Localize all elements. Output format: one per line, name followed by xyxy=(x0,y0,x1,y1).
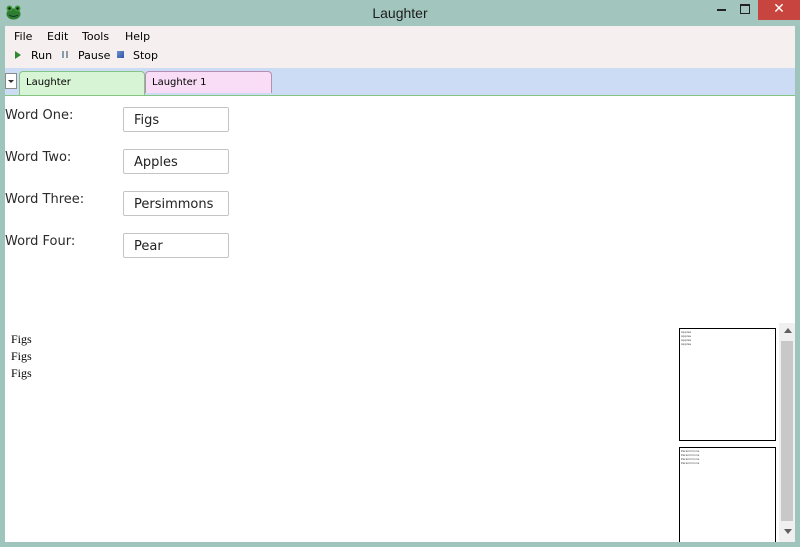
preview-thumbnail-persimmons[interactable]: Persimmons Persimmons Persimmons Persimm… xyxy=(679,447,776,542)
word-two-input[interactable]: Apples xyxy=(123,149,229,174)
menu-bar: File Edit Tools Help Run Pause Stop xyxy=(5,26,795,68)
menu-edit[interactable]: Edit xyxy=(47,30,68,43)
scroll-thumb[interactable] xyxy=(781,341,793,521)
menu-help[interactable]: Help xyxy=(125,30,150,43)
output-line: Figs xyxy=(11,332,32,346)
preview-thumbnail-apples[interactable]: Apples Apples Apples Apples xyxy=(679,328,776,441)
window-title: Laughter xyxy=(372,5,428,21)
thumbnail-line: Persimmons xyxy=(681,461,700,465)
word-four-label: Word Four: xyxy=(5,234,76,249)
tab-strip: Laughter Laughter 1 xyxy=(5,68,795,96)
pause-label: Pause xyxy=(78,49,111,62)
play-icon xyxy=(15,51,21,59)
scroll-down-icon[interactable] xyxy=(784,529,792,534)
word-two-label: Word Two: xyxy=(5,150,72,165)
tab-dropdown-button[interactable] xyxy=(5,73,17,89)
output-line: Figs xyxy=(11,366,32,380)
word-four-input[interactable]: Pear xyxy=(123,233,229,258)
menu-file[interactable]: File xyxy=(14,30,32,43)
stop-icon xyxy=(117,51,124,58)
minimize-icon xyxy=(717,9,726,11)
tab-laughter-1[interactable]: Laughter 1 xyxy=(145,71,272,93)
close-icon: ✕ xyxy=(773,1,785,17)
app-window: Laughter ✕ File Edit Tools Help Run Paus… xyxy=(0,0,800,547)
word-three-input[interactable]: Persimmons xyxy=(123,191,229,216)
word-three-label: Word Three: xyxy=(5,192,85,207)
run-label: Run xyxy=(31,49,53,62)
maximize-icon xyxy=(740,4,750,14)
client-area: File Edit Tools Help Run Pause Stop Laug… xyxy=(5,26,795,542)
vertical-scrollbar[interactable] xyxy=(779,323,795,542)
title-bar[interactable]: Laughter ✕ xyxy=(0,0,800,26)
maximize-button[interactable] xyxy=(734,0,758,20)
tab-laughter[interactable]: Laughter xyxy=(19,71,145,95)
scroll-up-icon[interactable] xyxy=(784,328,792,333)
menu-tools[interactable]: Tools xyxy=(82,30,109,43)
thumbnail-line: Apples xyxy=(681,342,692,346)
output-line: Figs xyxy=(11,349,32,363)
stop-label: Stop xyxy=(133,49,159,62)
word-one-label: Word One: xyxy=(5,108,74,123)
word-one-input[interactable]: Figs xyxy=(123,107,229,132)
minimize-button[interactable] xyxy=(708,0,734,20)
close-button[interactable]: ✕ xyxy=(758,0,800,20)
pause-icon xyxy=(62,51,68,58)
chevron-down-icon xyxy=(8,80,14,83)
